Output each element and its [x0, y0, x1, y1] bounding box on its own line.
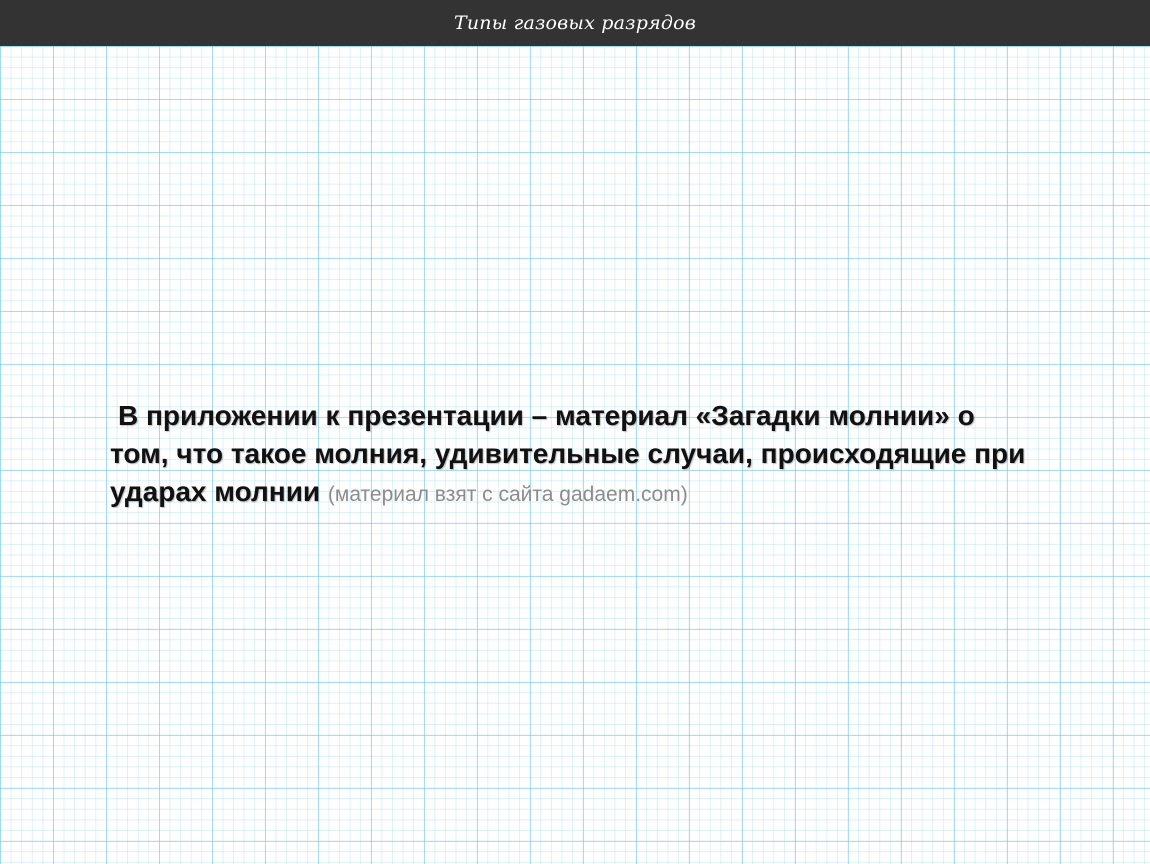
slide-body: В приложении к презентации – материал «З…	[110, 397, 1070, 514]
title-bar: Типы газовых разрядов	[0, 0, 1150, 46]
body-line-3-text: ударах молнии	[110, 476, 321, 507]
source-note: (материал взят с сайта gadaem.com)	[327, 483, 688, 506]
body-line-3: ударах молнии (материал взят с сайта gad…	[110, 473, 1070, 514]
body-line-2: том, что такое молния, удивительные случ…	[110, 438, 1026, 469]
body-line-1: В приложении к презентации – материал «З…	[118, 400, 975, 431]
slide-title: Типы газовых разрядов	[453, 12, 696, 34]
